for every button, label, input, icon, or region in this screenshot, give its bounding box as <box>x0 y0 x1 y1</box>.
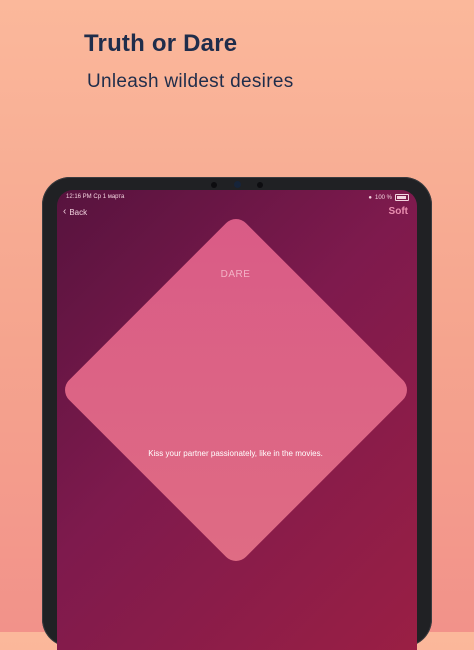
battery-icon <box>395 194 409 201</box>
camera-lens-icon <box>233 181 241 188</box>
status-date: Ср 1 марта <box>93 194 125 200</box>
status-bar: 12:16 PM Ср 1 марта ● 100 % <box>57 192 417 202</box>
promo-title: Truth or Dare <box>84 30 238 57</box>
card-diamond <box>58 212 413 567</box>
status-clock: 12:16 PM <box>66 194 92 200</box>
card-prompt-text: Kiss your partner passionately, like in … <box>148 449 323 458</box>
app-screen: 12:16 PM Ср 1 марта ● 100 % ‹ Back Soft … <box>57 190 417 650</box>
dare-card[interactable]: DARE Kiss your partner passionately, lik… <box>58 212 413 567</box>
sensor-dot <box>257 181 263 188</box>
battery-percent: 100 % <box>374 194 392 201</box>
card-type-label: DARE <box>220 269 251 280</box>
wifi-icon: ● <box>368 194 372 201</box>
promo-subtitle: Unleash wildest desires <box>87 71 294 92</box>
sensor-dot <box>211 181 217 188</box>
status-time: 12:16 PM Ср 1 марта <box>66 194 124 200</box>
camera-bar <box>211 181 263 188</box>
status-indicators: ● 100 % <box>368 194 409 201</box>
